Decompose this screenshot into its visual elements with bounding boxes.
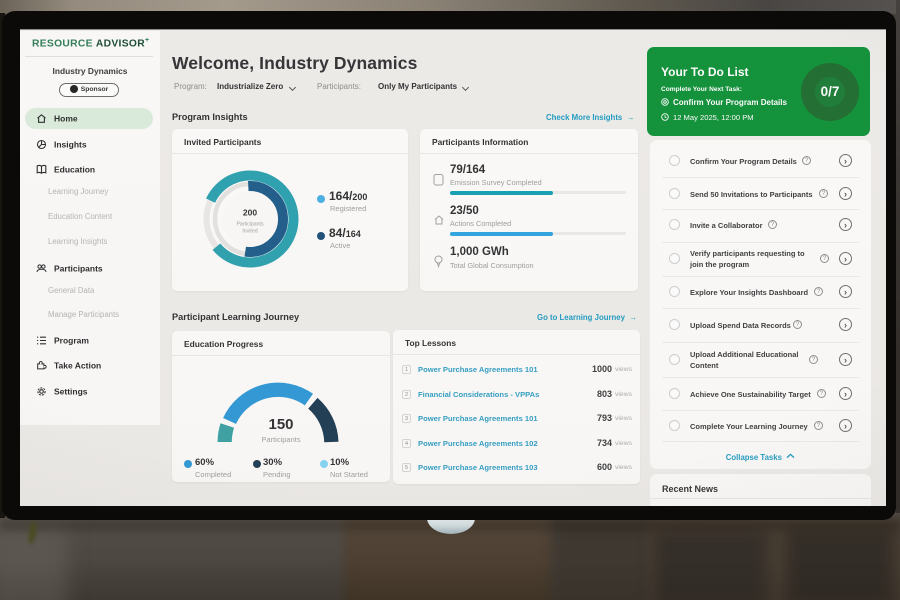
svg-text:200: 200 — [243, 208, 257, 218]
svg-text:Invited: Invited — [242, 229, 257, 235]
svg-text:Participants: Participants — [236, 222, 264, 228]
